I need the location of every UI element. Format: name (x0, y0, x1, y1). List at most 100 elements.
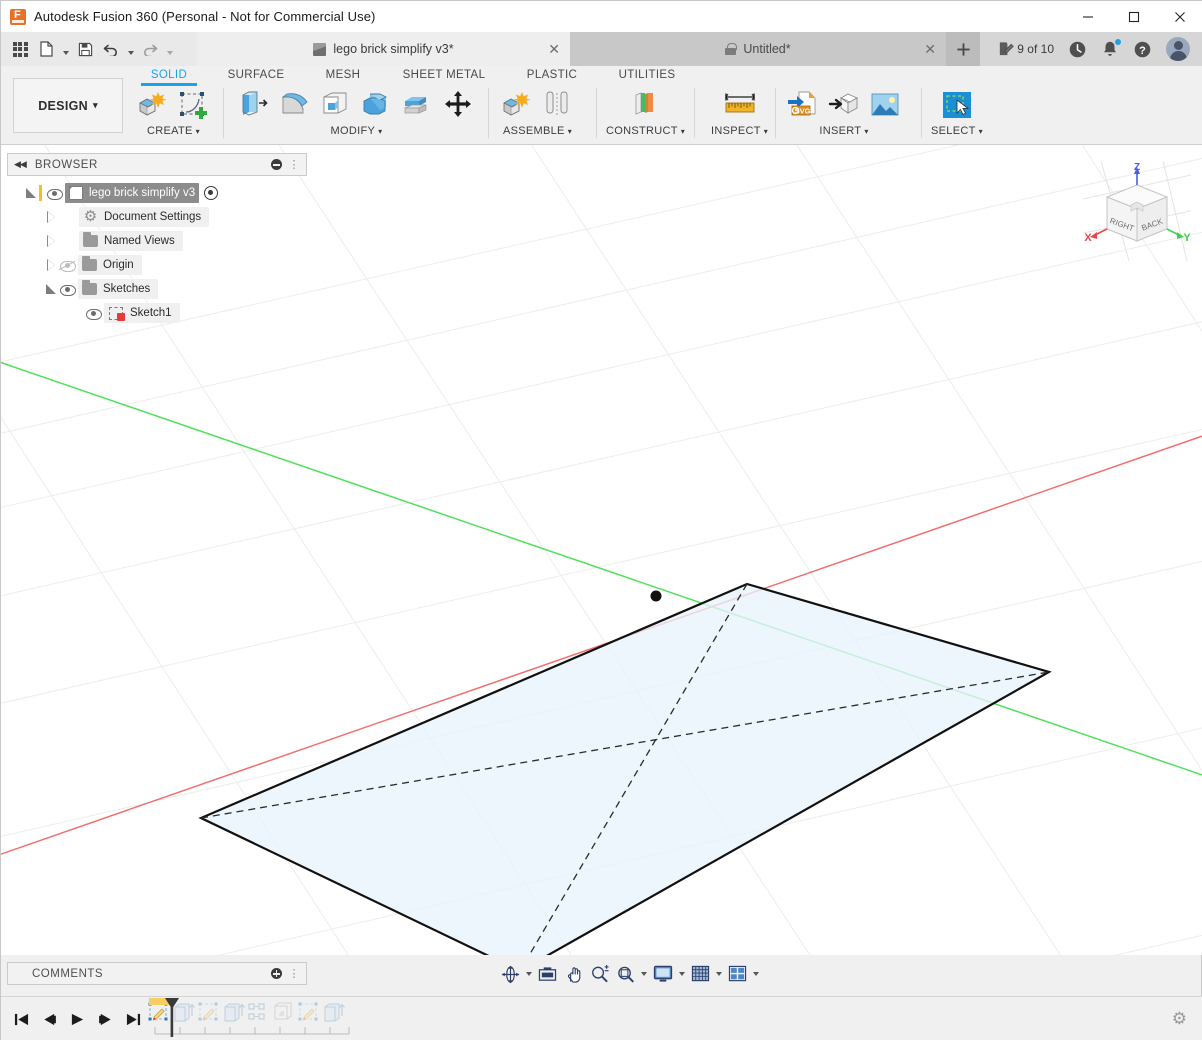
step-back-icon[interactable] (37, 1005, 61, 1033)
document-tab-1-close-icon[interactable]: ✕ (924, 42, 936, 56)
browser-item-named-views[interactable]: Named Views (7, 229, 307, 253)
insert-image-icon[interactable] (866, 86, 904, 124)
timeline-feature-5[interactable] (272, 1000, 296, 1026)
new-file-icon[interactable] (34, 36, 58, 62)
offset-plane-icon[interactable] (627, 86, 665, 124)
insert-svg-icon[interactable]: SVG (784, 86, 822, 124)
ribbon-group-modify-label[interactable]: MODIFY ▾ (331, 125, 383, 137)
orbit-caret-icon[interactable] (524, 962, 534, 986)
close-button[interactable] (1157, 1, 1202, 32)
view-cube[interactable]: RIGHT BACK Z X Y (1083, 161, 1191, 261)
look-at-icon[interactable] (535, 962, 560, 986)
browser-item-sketches[interactable]: Sketches (7, 277, 307, 301)
document-tab-0-close-icon[interactable]: ✕ (548, 42, 560, 56)
visibility-eye-icon[interactable] (46, 186, 62, 200)
timeline-feature-4[interactable] (247, 1000, 271, 1026)
new-tab-button[interactable] (946, 32, 980, 66)
grid-snaps-icon[interactable] (688, 962, 713, 986)
grid-snaps-caret-icon[interactable] (714, 962, 724, 986)
ribbon-tab-mesh[interactable]: MESH (318, 69, 368, 81)
account-button[interactable] (1159, 32, 1197, 66)
redo-icon[interactable] (138, 36, 162, 62)
combine-icon[interactable] (358, 86, 396, 124)
collapse-left-icon[interactable]: ◀◀ (14, 159, 26, 170)
browser-item-origin[interactable]: Origin (7, 253, 307, 277)
expander-open-icon[interactable] (25, 186, 39, 200)
browser-header[interactable]: ◀◀ BROWSER ⋮ (7, 153, 307, 176)
zoom-window-caret-icon[interactable] (639, 962, 649, 986)
go-to-beginning-icon[interactable] (9, 1005, 33, 1033)
trial-counter[interactable]: 9 of 10 (990, 32, 1061, 66)
redo-caret-icon[interactable] (164, 36, 175, 62)
ribbon-group-inspect-label[interactable]: INSPECT ▾ (711, 125, 768, 137)
fillet-icon[interactable] (276, 86, 314, 124)
grip-icon[interactable]: ⋮ (289, 967, 301, 980)
expander-closed-icon[interactable] (45, 210, 59, 224)
save-icon[interactable] (73, 36, 97, 62)
offset-face-icon[interactable] (399, 86, 437, 124)
zoom-window-icon[interactable] (613, 962, 638, 986)
insert-mesh-icon[interactable] (825, 86, 863, 124)
plus-circle-icon[interactable] (271, 968, 282, 979)
new-file-caret-icon[interactable] (60, 36, 71, 62)
browser-item-sketch1[interactable]: Sketch1 (7, 301, 307, 325)
new-component-icon[interactable] (498, 86, 536, 124)
move-copy-icon[interactable] (440, 86, 478, 124)
minus-circle-icon[interactable] (271, 159, 282, 170)
ribbon-group-select-label[interactable]: SELECT ▾ (931, 125, 983, 137)
go-to-end-icon[interactable] (121, 1005, 145, 1033)
timeline-marker[interactable] (147, 997, 207, 1040)
visibility-eye-icon[interactable] (59, 282, 75, 296)
visibility-eye-icon[interactable] (85, 306, 101, 320)
workspace-switcher[interactable]: DESIGN ▾ (13, 78, 123, 133)
display-settings-caret-icon[interactable] (677, 962, 687, 986)
ribbon-group-construct-label[interactable]: CONSTRUCT ▾ (606, 125, 685, 137)
ribbon-group-create-label[interactable]: CREATE ▾ (147, 125, 200, 137)
comments-panel-header[interactable]: COMMENTS ⋮ (7, 962, 307, 985)
grip-icon[interactable]: ⋮ (289, 158, 301, 171)
visibility-eye-off-icon[interactable] (59, 258, 75, 272)
display-settings-icon[interactable] (650, 962, 676, 986)
viewport-layout-icon[interactable] (725, 962, 750, 986)
expander-closed-icon[interactable] (45, 258, 59, 272)
ribbon-tab-sheet-metal[interactable]: SHEET METAL (395, 69, 493, 81)
play-icon[interactable] (65, 1005, 89, 1033)
orbit-icon[interactable] (498, 962, 523, 986)
expander-closed-icon[interactable] (45, 234, 59, 248)
select-window-icon[interactable] (938, 86, 976, 124)
undo-icon[interactable] (99, 36, 123, 62)
document-tab-0[interactable]: lego brick simplify v3* ✕ (197, 32, 570, 66)
step-forward-icon[interactable] (93, 1005, 117, 1033)
recent-documents-button[interactable] (1061, 32, 1094, 66)
zoom-icon[interactable] (587, 962, 612, 986)
expander-open-icon[interactable] (45, 282, 59, 296)
timeline-feature-6[interactable] (297, 1000, 321, 1026)
timeline-feature-3[interactable] (222, 1000, 246, 1026)
ribbon-tab-plastic[interactable]: PLASTIC (522, 69, 582, 81)
help-button[interactable]: ? (1126, 32, 1159, 66)
browser-item-root[interactable]: lego brick simplify v3 (7, 181, 307, 205)
create-extrude-icon[interactable] (134, 86, 172, 124)
ribbon-group-insert-label[interactable]: INSERT ▾ (819, 125, 868, 137)
radio-target-icon[interactable] (204, 186, 218, 200)
ribbon-tab-surface[interactable]: SURFACE (220, 69, 292, 81)
viewport-layout-caret-icon[interactable] (751, 962, 761, 986)
ribbon-tab-utilities[interactable]: UTILITIES (610, 69, 684, 81)
notifications-button[interactable] (1094, 32, 1126, 66)
apps-grid-icon[interactable] (8, 36, 32, 62)
measure-icon[interactable] (721, 86, 759, 124)
create-sketch-icon[interactable] (175, 86, 213, 124)
ribbon-group-assemble-label[interactable]: ASSEMBLE ▾ (503, 125, 572, 137)
joint-icon[interactable] (539, 86, 577, 124)
press-pull-icon[interactable] (235, 86, 273, 124)
pan-icon[interactable] (561, 962, 586, 986)
timeline-feature-7[interactable] (322, 1000, 346, 1026)
minimize-button[interactable] (1065, 1, 1111, 32)
document-tab-1[interactable]: Untitled* ✕ (570, 32, 946, 66)
maximize-button[interactable] (1111, 1, 1157, 32)
undo-caret-icon[interactable] (125, 36, 136, 62)
browser-item-document-settings[interactable]: ⚙ Document Settings (7, 205, 307, 229)
timeline-settings-gear-icon[interactable]: ⚙ (1172, 1009, 1187, 1029)
shell-icon[interactable] (317, 86, 355, 124)
ribbon-tab-solid[interactable]: SOLID (141, 69, 197, 81)
